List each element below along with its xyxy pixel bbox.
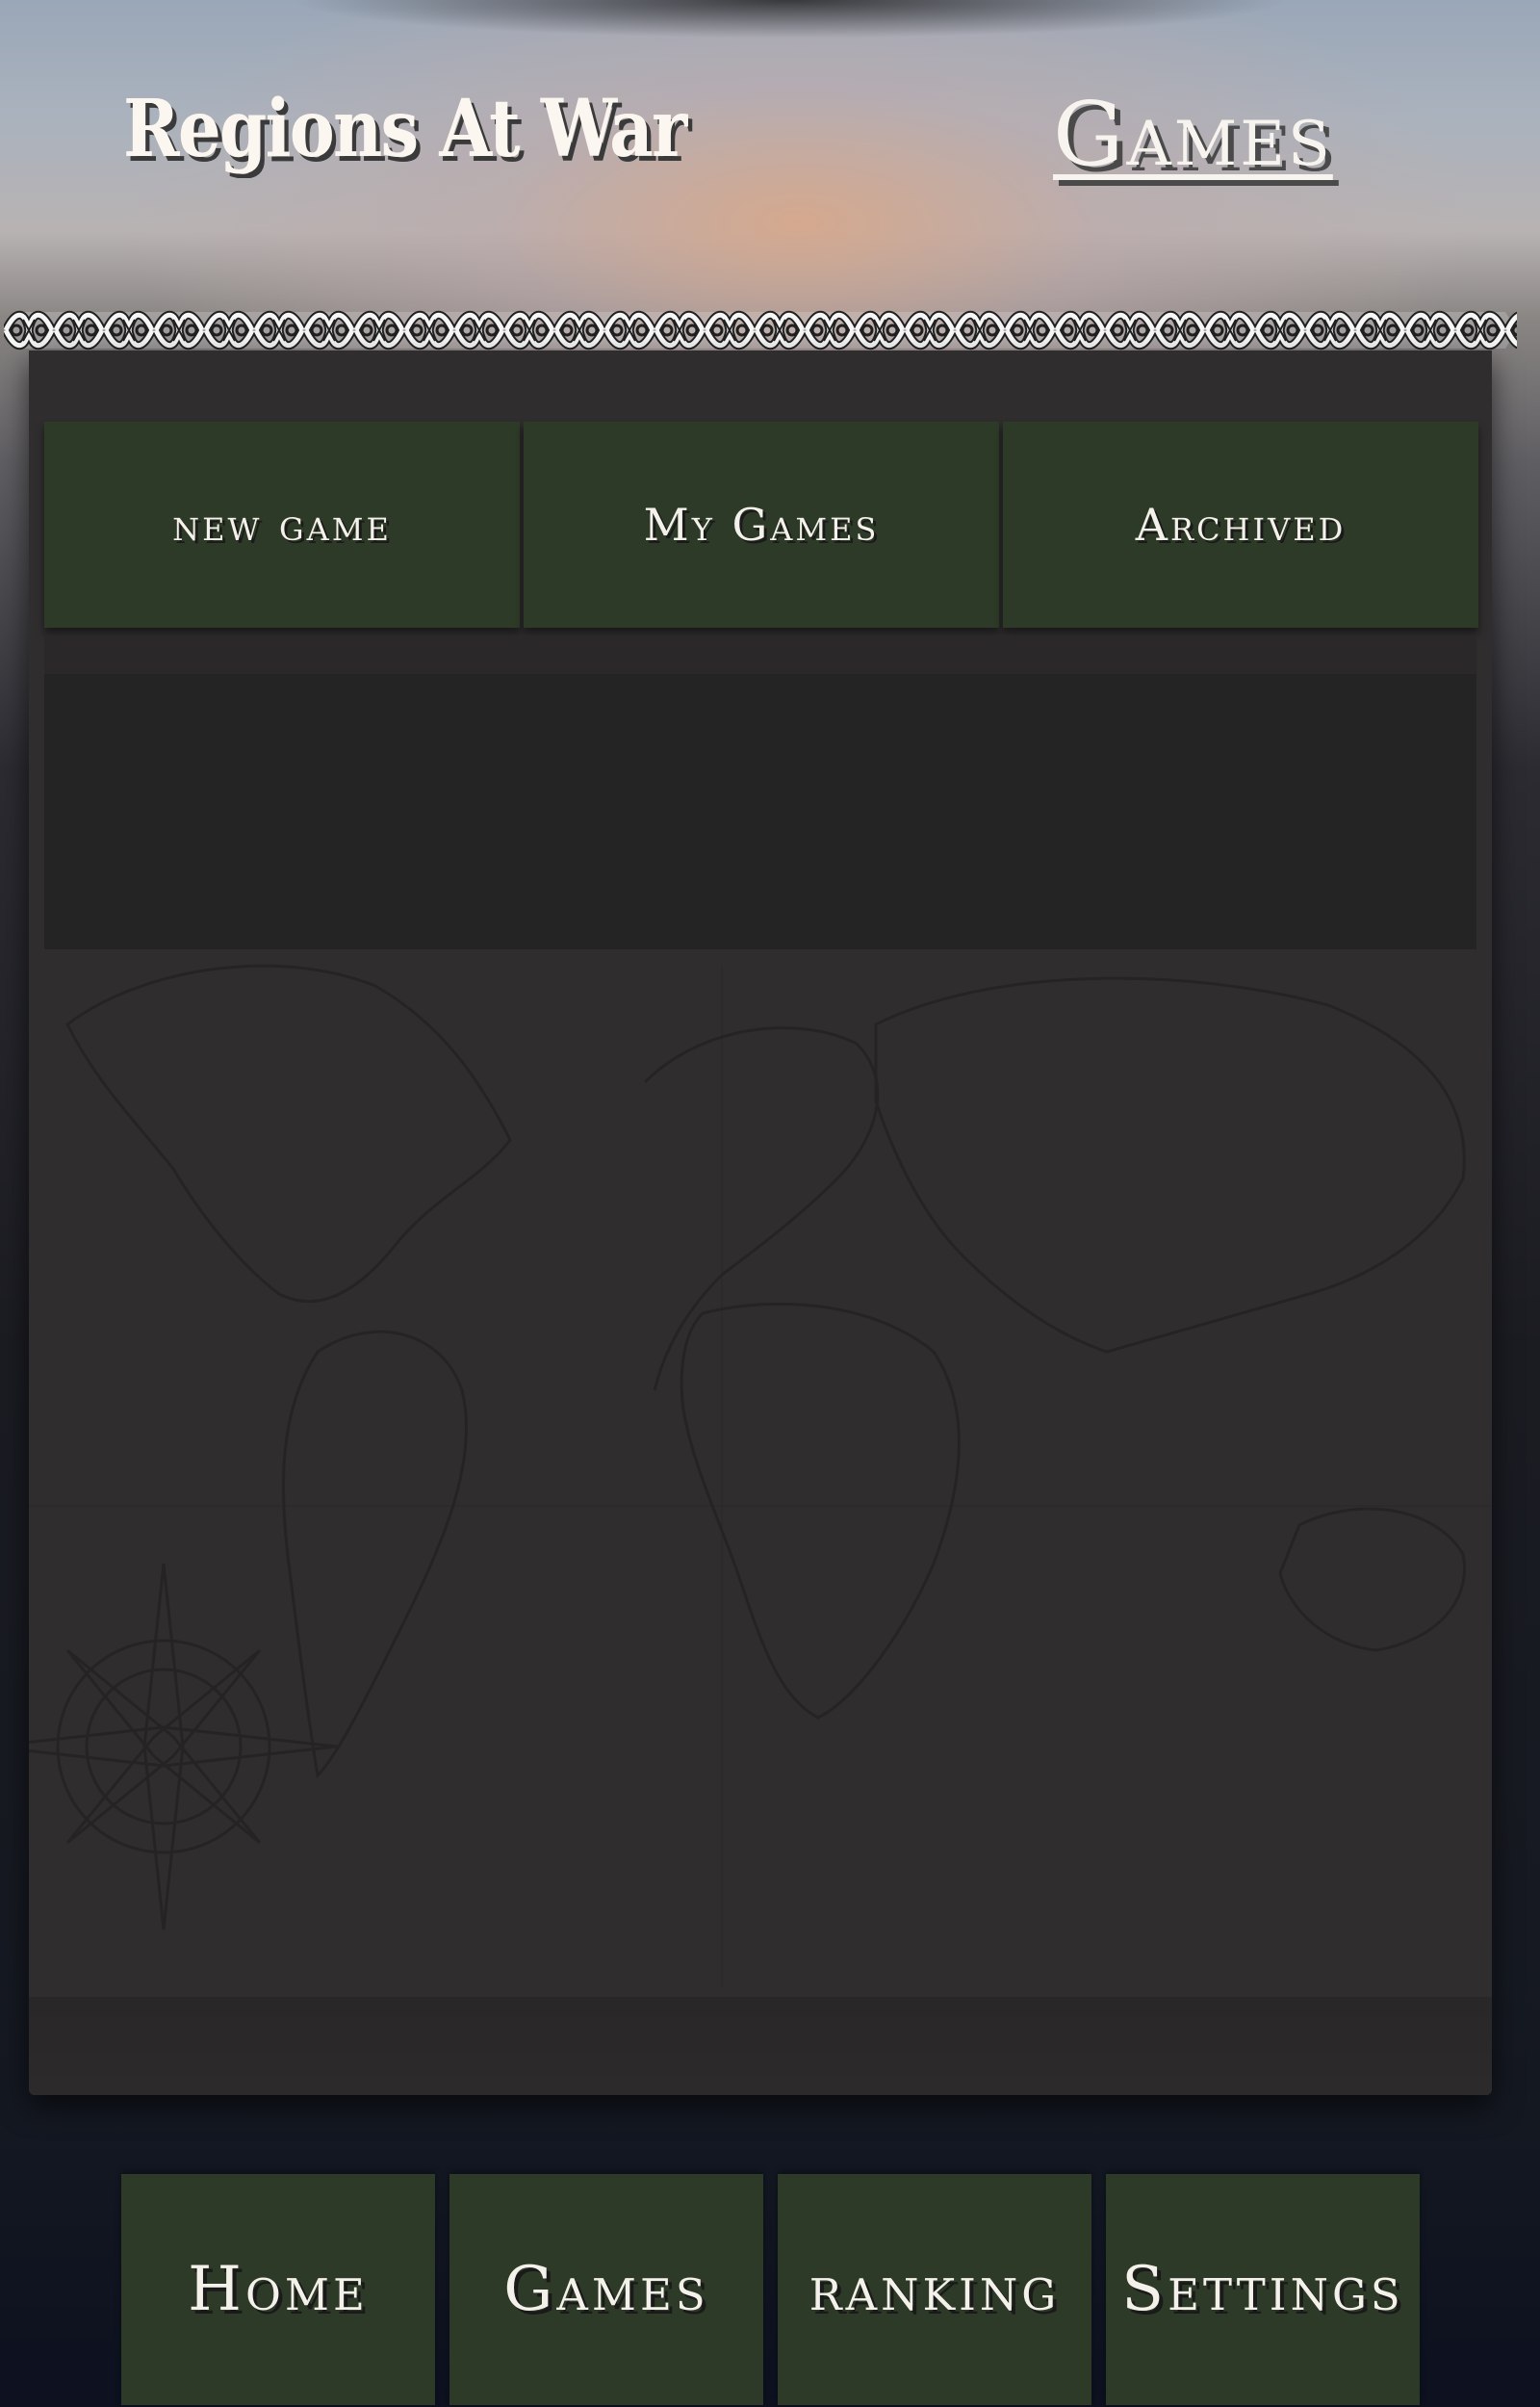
tab-new-game[interactable]: new game [44, 422, 520, 628]
tab-my-games[interactable]: My Games [524, 422, 999, 628]
main-panel: new game My Games Archived [29, 350, 1492, 2095]
tab-archived[interactable]: Archived [1003, 422, 1478, 628]
nav-games-label: Games [503, 2254, 709, 2325]
tab-archived-label: Archived [1135, 499, 1347, 551]
app-logo-title: Regions At War [123, 83, 687, 175]
header-games-link[interactable]: Games [1053, 83, 1333, 186]
nav-settings-button[interactable]: Settings [1106, 2174, 1420, 2405]
tab-my-games-label: My Games [643, 499, 880, 551]
nav-home-button[interactable]: Home [121, 2174, 435, 2405]
nav-settings-label: Settings [1121, 2254, 1404, 2325]
nav-games-button[interactable]: Games [449, 2174, 763, 2405]
nav-home-label: Home [188, 2254, 369, 2325]
nav-ranking-button[interactable]: ranking [778, 2174, 1091, 2405]
games-list-area [44, 635, 1476, 949]
celtic-knot-border [4, 304, 1517, 356]
panel-footer [29, 1997, 1492, 2095]
nav-ranking-label: ranking [808, 2254, 1061, 2325]
tab-new-game-label: new game [172, 499, 392, 551]
